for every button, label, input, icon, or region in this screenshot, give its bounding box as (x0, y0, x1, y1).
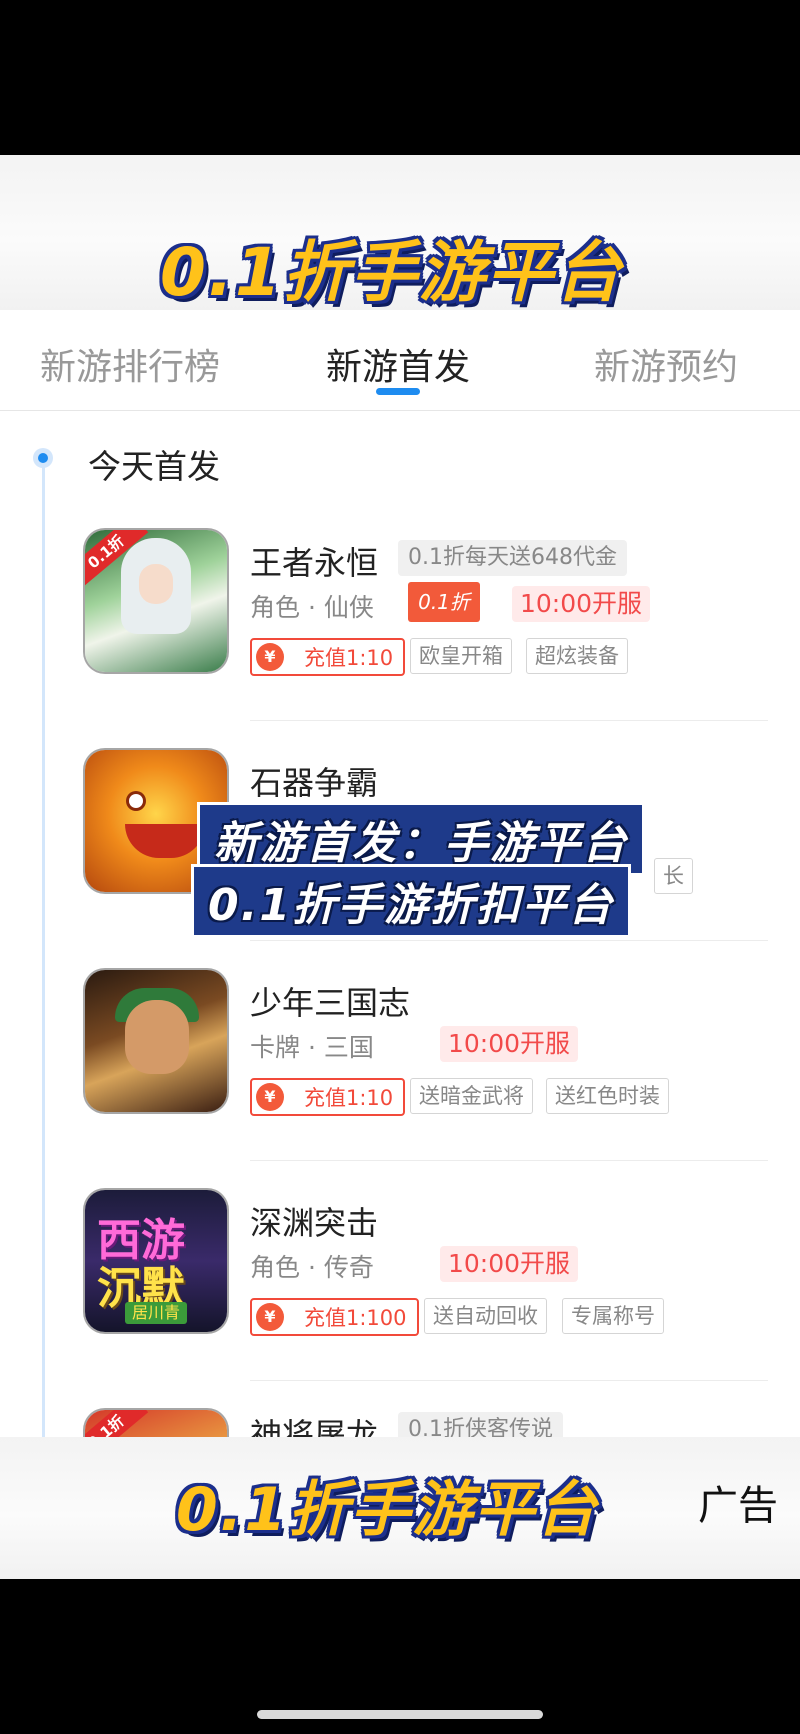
game-name[interactable]: 深渊突击 (250, 1198, 378, 1244)
feature-tag: 送自动回收 (424, 1298, 547, 1334)
game-name[interactable]: 王者永恒 (250, 538, 378, 584)
dino-eye-art (129, 794, 143, 808)
game-name[interactable]: 少年三国志 (250, 978, 410, 1024)
top-banner: 0.1折手游平台 (0, 155, 800, 311)
fairy-face-art (139, 564, 173, 604)
game-icon-shenyuan[interactable]: 西游 沉默 居川青 (85, 1190, 227, 1332)
row-divider (250, 1380, 768, 1381)
game-icon-shaonian[interactable] (85, 970, 227, 1112)
feature-tag: 长 (654, 858, 693, 894)
overlay-caption-line2: 0.1折手游折扣平台 (194, 867, 628, 935)
recharge-tag: ¥ 充值1:100 (250, 1298, 419, 1336)
game-name[interactable]: 石器争霸 (250, 758, 378, 804)
row-divider (250, 940, 768, 941)
app-screen: 0.1折手游平台 新游排行榜 新游首发 新游预约 今天首发 0.1折 王者永恒 … (0, 155, 800, 1579)
recharge-tag: ¥ 充值1:10 (250, 1078, 406, 1116)
discount-badge: 0.1折 (408, 582, 480, 622)
game-icon-wangzhe[interactable]: 0.1折 (85, 530, 227, 672)
tab-new-releases[interactable]: 新游首发 (326, 338, 470, 390)
game-row-wangzhe[interactable]: 0.1折 王者永恒 0.1折每天送648代金 角色 · 仙侠 0.1折 10:0… (0, 530, 800, 750)
game-category: 角色 · 传奇 (250, 1253, 374, 1282)
tab-rankings[interactable]: 新游排行榜 (40, 338, 220, 390)
yen-coin-icon: ¥ (256, 1083, 284, 1111)
ad-label: 广告 (698, 1483, 778, 1529)
row-divider (250, 1160, 768, 1161)
feature-tag: 送红色时装 (546, 1078, 669, 1114)
game-row-shenyuan[interactable]: 西游 沉默 居川青 深渊突击 角色 · 传奇 10:00开服 ¥ 充值1:100… (0, 1190, 800, 1410)
recharge-tag: ¥ 充值1:10 (250, 638, 406, 676)
bottom-ad-title: 0.1折手游平台 (176, 1475, 599, 1545)
recharge-text: 充值1:10 (304, 1086, 394, 1110)
promo-tag: 0.1折每天送648代金 (398, 540, 627, 576)
server-time-badge: 10:00开服 (440, 1246, 579, 1282)
feature-tag: 超炫装备 (526, 638, 628, 674)
yen-coin-icon: ¥ (256, 1303, 284, 1331)
row-divider (250, 720, 768, 721)
section-title: 今天首发 (88, 447, 220, 486)
bottom-ad-banner[interactable]: 0.1折手游平台 广告 (0, 1437, 800, 1579)
icon-logo-line3: 居川青 (125, 1302, 187, 1324)
tab-bar: 新游排行榜 新游首发 新游预约 (0, 310, 800, 411)
feature-tag: 欧皇开箱 (410, 638, 512, 674)
home-indicator[interactable] (257, 1710, 543, 1719)
recharge-text: 充值1:10 (304, 646, 394, 670)
overlay-caption-line1: 新游首发：手游平台 (200, 805, 642, 873)
feature-tag: 专属称号 (562, 1298, 664, 1334)
timeline-dot (33, 448, 53, 468)
tab-preorders[interactable]: 新游预约 (594, 338, 738, 390)
game-category: 角色 · 仙侠 (250, 593, 374, 622)
game-category: 卡牌 · 三国 (250, 1033, 374, 1062)
server-time-badge: 10:00开服 (440, 1026, 579, 1062)
active-tab-indicator (376, 388, 420, 395)
banner-title: 0.1折手游平台 (160, 234, 623, 311)
server-time-badge: 10:00开服 (512, 586, 651, 622)
yen-coin-icon: ¥ (256, 643, 284, 671)
game-row-shaonian[interactable]: 少年三国志 卡牌 · 三国 10:00开服 ¥ 充值1:10 送暗金武将 送红色… (0, 970, 800, 1190)
dino-mouth-art (125, 824, 205, 858)
feature-tag: 送暗金武将 (410, 1078, 533, 1114)
warrior-face-art (125, 1000, 189, 1074)
recharge-text: 充值1:100 (304, 1306, 407, 1330)
